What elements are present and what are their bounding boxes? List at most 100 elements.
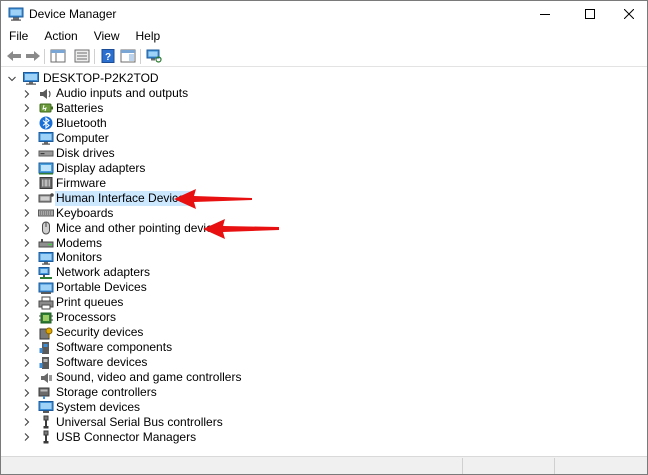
software-component-icon xyxy=(38,341,54,355)
status-bar xyxy=(1,456,647,474)
computer-name: DESKTOP-P2K2TOD xyxy=(43,71,159,85)
chevron-down-icon[interactable] xyxy=(7,74,17,84)
chevron-right-icon[interactable] xyxy=(22,253,32,263)
forward-button[interactable] xyxy=(24,48,42,64)
tree-item-label: Sound, video and game controllers xyxy=(56,370,242,385)
tree-item-usb-connector-managers[interactable]: USB Connector Managers xyxy=(22,430,198,445)
chevron-right-icon[interactable] xyxy=(22,343,32,353)
chevron-right-icon[interactable] xyxy=(22,163,32,173)
tree-item-label: Print queues xyxy=(56,295,124,310)
tree-item-firmware[interactable]: Firmware xyxy=(22,176,108,191)
menu-action[interactable]: Action xyxy=(36,27,85,45)
storage-controller-icon xyxy=(38,386,54,400)
tree-item-system-devices[interactable]: System devices xyxy=(22,400,142,415)
window-title: Device Manager xyxy=(29,7,117,21)
menu-file[interactable]: File xyxy=(1,27,36,45)
tree-item-print-queues[interactable]: Print queues xyxy=(22,295,125,310)
tree-item-label: Audio inputs and outputs xyxy=(56,86,189,100)
show-hide-console-tree-button[interactable] xyxy=(49,48,67,64)
tree-item-label: Software components xyxy=(56,340,173,355)
minimize-button[interactable] xyxy=(524,1,566,27)
chevron-right-icon[interactable] xyxy=(22,298,32,308)
tree-item-processors[interactable]: Processors xyxy=(22,310,118,325)
device-manager-icon xyxy=(8,7,24,21)
properties-grid-icon xyxy=(74,49,90,63)
hid-icon xyxy=(38,191,54,205)
tree-item-modems[interactable]: Modems xyxy=(22,236,104,251)
sound-controller-icon xyxy=(38,371,54,385)
chevron-right-icon[interactable] xyxy=(22,208,32,218)
tree-item-batteries[interactable]: Batteries xyxy=(22,101,105,116)
tree-item-label: Firmware xyxy=(56,175,106,190)
close-button[interactable] xyxy=(608,1,648,27)
monitor-icon xyxy=(38,251,54,265)
title-bar[interactable]: Device Manager xyxy=(1,1,647,27)
action-pane-icon xyxy=(120,49,136,63)
tree-item-display-adapters[interactable]: Display adapters xyxy=(22,161,147,176)
chevron-right-icon[interactable] xyxy=(22,402,32,412)
toolbar: ? xyxy=(1,45,647,67)
tree-root[interactable]: DESKTOP-P2K2TOD xyxy=(7,71,159,86)
tree-item-network-adapters[interactable]: Network adapters xyxy=(22,265,152,280)
tree-item-monitors[interactable]: Monitors xyxy=(22,250,104,265)
tree-item-label: Security devices xyxy=(56,325,144,340)
tree-item-bluetooth[interactable]: Bluetooth xyxy=(22,116,109,131)
tree-item-security-devices[interactable]: Security devices xyxy=(22,325,145,340)
chevron-right-icon[interactable] xyxy=(22,193,32,203)
chevron-right-icon[interactable] xyxy=(22,148,32,158)
tree-item-computer[interactable]: Computer xyxy=(22,131,111,146)
tree-item-software-components[interactable]: Software components xyxy=(22,340,174,355)
bluetooth-icon xyxy=(38,116,54,130)
tree-item-label: System devices xyxy=(56,399,141,414)
chevron-right-icon[interactable] xyxy=(22,103,32,113)
svg-text:?: ? xyxy=(105,52,111,63)
tree-item-label: Storage controllers xyxy=(56,385,157,399)
processor-icon xyxy=(38,311,54,325)
chevron-right-icon[interactable] xyxy=(22,118,32,128)
tree-item-label: Batteries xyxy=(56,100,104,115)
printer-icon xyxy=(38,296,54,310)
maximize-button[interactable] xyxy=(569,1,611,27)
chevron-right-icon[interactable] xyxy=(22,223,32,233)
help-icon: ? xyxy=(101,49,115,63)
chevron-right-icon[interactable] xyxy=(22,283,32,293)
chevron-right-icon[interactable] xyxy=(22,89,32,99)
tree-item-software-devices[interactable]: Software devices xyxy=(22,355,149,370)
chevron-right-icon[interactable] xyxy=(22,388,32,398)
chevron-right-icon[interactable] xyxy=(22,268,32,278)
chevron-right-icon[interactable] xyxy=(22,178,32,188)
chevron-right-icon[interactable] xyxy=(22,358,32,368)
tree-item-human-interface-devices[interactable]: Human Interface Devices xyxy=(22,190,193,206)
chevron-right-icon[interactable] xyxy=(22,432,32,442)
action-pane-button[interactable] xyxy=(119,48,137,64)
properties-button[interactable] xyxy=(73,48,91,64)
tree-item-mice-and-other-pointing-devices[interactable]: Mice and other pointing devices xyxy=(22,221,227,236)
tree-item-audio-inputs-and-outputs[interactable]: Audio inputs and outputs xyxy=(22,86,190,101)
tree-item-disk-drives[interactable]: Disk drives xyxy=(22,146,117,161)
help-button[interactable]: ? xyxy=(99,48,117,64)
software-device-icon xyxy=(38,356,54,370)
tree-item-portable-devices[interactable]: Portable Devices xyxy=(22,280,149,295)
back-button[interactable] xyxy=(5,48,23,64)
keyboard-icon xyxy=(38,206,54,220)
tree-item-universal-serial-bus-controllers[interactable]: Universal Serial Bus controllers xyxy=(22,415,225,430)
network-adapter-icon xyxy=(38,266,54,280)
menu-view[interactable]: View xyxy=(86,27,128,45)
tree-item-label: USB Connector Managers xyxy=(56,429,197,444)
menu-help[interactable]: Help xyxy=(128,27,169,45)
tree-item-label: Processors xyxy=(56,310,117,325)
chevron-right-icon[interactable] xyxy=(22,238,32,248)
tree-item-keyboards[interactable]: Keyboards xyxy=(22,206,115,221)
chevron-right-icon[interactable] xyxy=(22,373,32,383)
tree-item-storage-controllers[interactable]: Storage controllers xyxy=(22,385,159,400)
chevron-right-icon[interactable] xyxy=(22,313,32,323)
scan-hardware-icon xyxy=(146,49,162,63)
usb-icon xyxy=(38,430,54,444)
chevron-right-icon[interactable] xyxy=(22,417,32,427)
chevron-right-icon[interactable] xyxy=(22,328,32,338)
scan-hardware-button[interactable] xyxy=(145,48,163,64)
tree-item-label: Disk drives xyxy=(56,145,115,160)
chevron-right-icon[interactable] xyxy=(22,133,32,143)
tree-item-sound-video-and-game-controllers[interactable]: Sound, video and game controllers xyxy=(22,370,243,385)
red-arrow-icon xyxy=(174,189,252,209)
